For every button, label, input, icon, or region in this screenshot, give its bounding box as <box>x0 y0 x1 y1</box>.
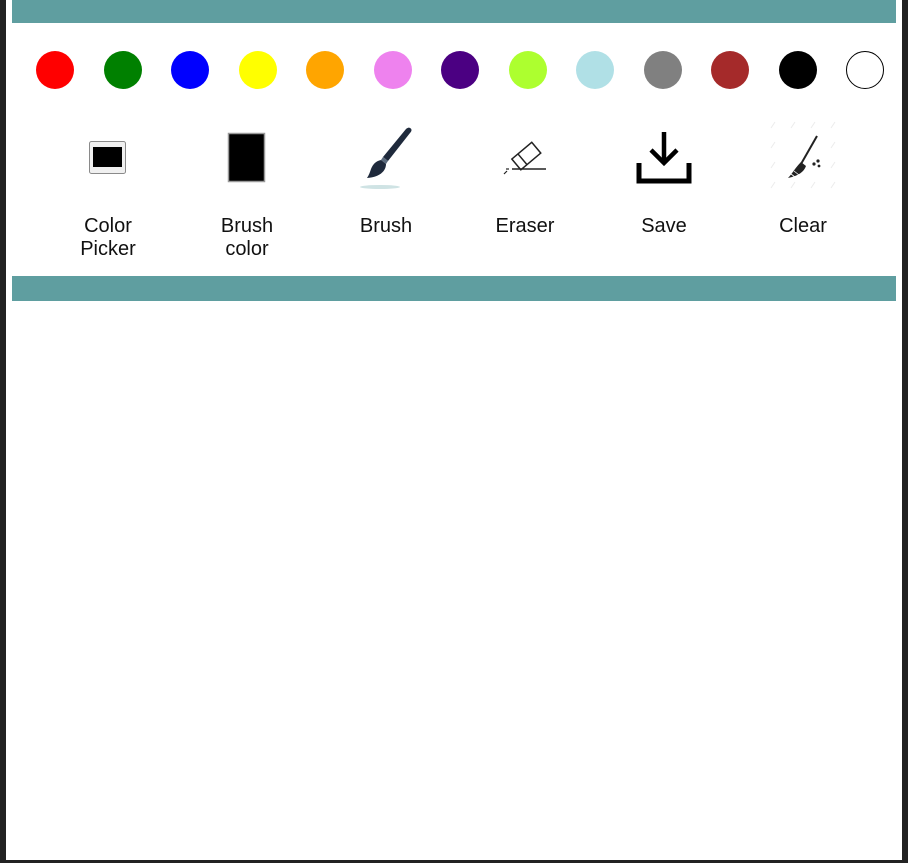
swatch-red[interactable] <box>36 51 74 89</box>
swatch-black[interactable] <box>779 51 817 89</box>
swatch-violet[interactable] <box>374 51 412 89</box>
paintbrush-icon <box>331 118 441 198</box>
eraser-icon <box>470 118 580 198</box>
toolbar-bottom-band <box>12 276 896 301</box>
color-picker-icon <box>53 118 163 198</box>
color-picker-button[interactable]: Color Picker <box>53 118 163 261</box>
app-frame: Color Picker Brush color Brush Eraser Sa… <box>0 0 908 863</box>
brush-color-label: Brush color <box>220 215 274 260</box>
swatch-indigo[interactable] <box>441 51 479 89</box>
swatch-powderblue[interactable] <box>576 51 614 89</box>
download-icon <box>609 118 719 198</box>
top-band <box>12 0 896 23</box>
swatch-gray[interactable] <box>644 51 682 89</box>
swatch-yellow[interactable] <box>239 51 277 89</box>
broom-icon <box>748 118 858 198</box>
swatch-blue[interactable] <box>171 51 209 89</box>
save-label: Save <box>641 215 687 237</box>
swatch-brown[interactable] <box>711 51 749 89</box>
brush-color-swatch-icon <box>192 118 302 198</box>
swatch-white[interactable] <box>846 51 884 89</box>
drawing-canvas[interactable] <box>12 301 896 857</box>
brush-label: Brush <box>359 215 413 237</box>
clear-button[interactable]: Clear <box>748 118 858 238</box>
brush-color-button[interactable]: Brush color <box>192 118 302 261</box>
color-palette <box>36 51 886 89</box>
swatch-greenyellow[interactable] <box>509 51 547 89</box>
swatch-orange[interactable] <box>306 51 344 89</box>
clear-label: Clear <box>779 215 827 237</box>
color-picker-label: Color Picker <box>80 215 136 260</box>
swatch-green[interactable] <box>104 51 142 89</box>
eraser-button[interactable]: Eraser <box>470 118 580 238</box>
brush-button[interactable]: Brush <box>331 118 441 238</box>
save-button[interactable]: Save <box>609 118 719 238</box>
eraser-label: Eraser <box>495 215 555 237</box>
